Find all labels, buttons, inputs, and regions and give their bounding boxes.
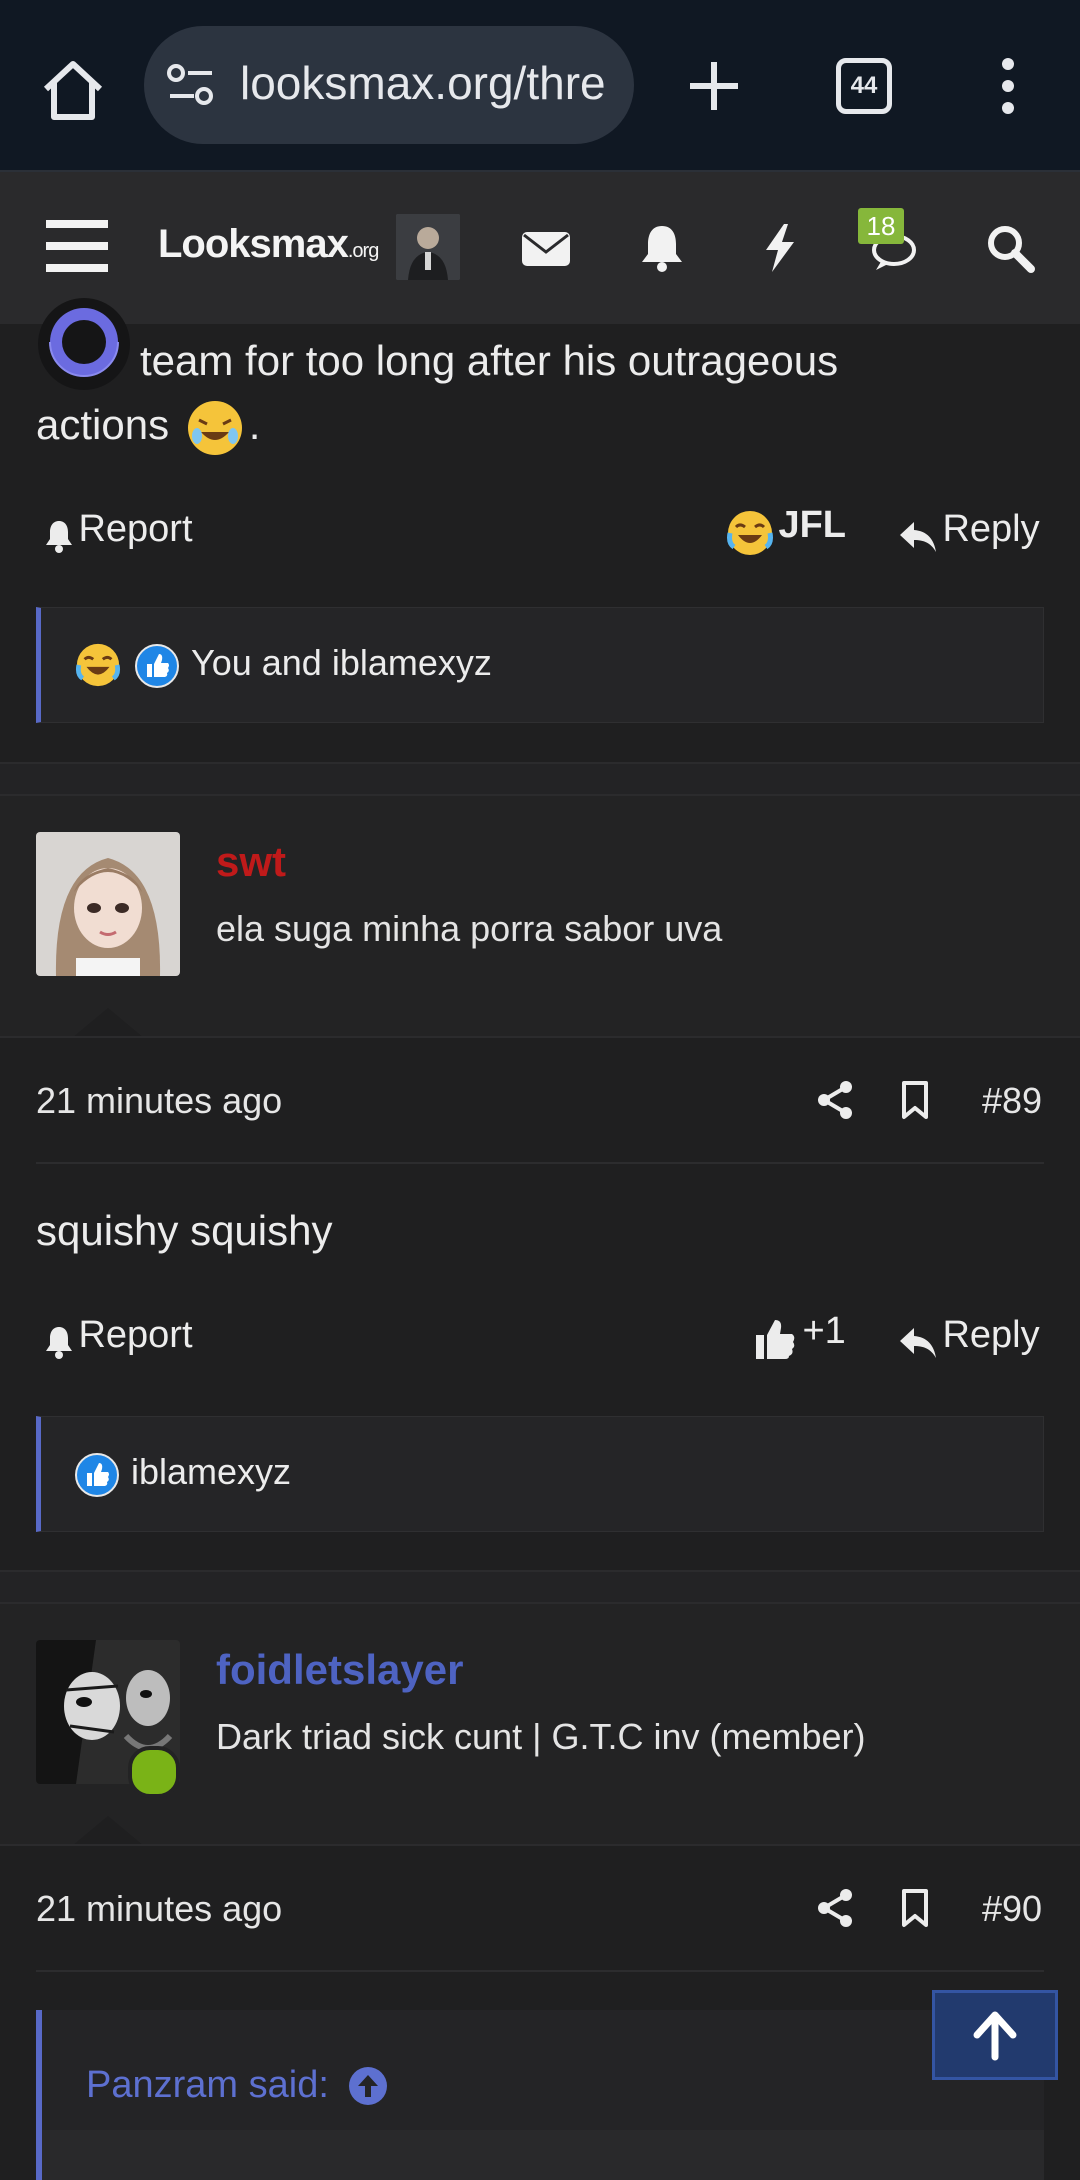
menu-icon[interactable] [46,218,108,274]
site-logo[interactable]: Looksmax.org [158,222,379,267]
quote-author[interactable]: Panzram said: [86,2064,329,2107]
thumbs-up-icon [756,1319,795,1359]
reactions-bar[interactable]: iblamexyz [36,1416,1044,1532]
like-icon [75,1453,119,1497]
bell-icon [46,1326,72,1359]
post-text: actions [36,401,170,448]
bookmark-icon[interactable] [900,1080,930,1120]
user-title: Dark triad sick cunt | G.T.C inv (member… [216,1716,866,1757]
header-notch [72,1816,144,1846]
url-text: looksmax.org/thre [240,57,606,109]
divider [0,1036,1080,1038]
site-settings-icon[interactable] [166,62,216,108]
user-avatar[interactable] [36,832,180,976]
post-number[interactable]: #90 [982,1888,1042,1930]
post-text-line: actions . [36,392,260,458]
jump-to-quote-icon[interactable] [348,2066,388,2106]
divider [36,1162,1044,1164]
username[interactable]: foidletslayer [216,1646,463,1694]
report-label: Report [78,508,193,550]
reaction-button[interactable]: JFL [726,504,846,557]
search-icon[interactable] [984,222,1036,274]
site-navbar: Looksmax.org 18 [0,172,1080,324]
like-label: +1 [802,1310,846,1352]
loading-spinner-icon [38,298,130,390]
reply-label: Reply [942,508,1040,550]
browser-toolbar: looksmax.org/thre 44 [0,0,1080,172]
bookmark-icon[interactable] [900,1888,930,1928]
reactions-summary[interactable]: You and iblamexyz [191,642,492,684]
crying-laughing-emoji [727,510,773,555]
tab-switcher-button[interactable]: 44 [836,58,892,114]
share-icon[interactable] [816,1888,854,1928]
post-body: squishy squishy [36,1207,333,1254]
reply-label: Reply [942,1314,1040,1356]
grinning-sweat-emoji [185,398,245,458]
user-title: ela suga minha porra sabor uva [216,908,723,949]
logo-text: Looksmax [158,222,349,266]
bell-icon [46,520,72,553]
logo-suffix: .org [347,240,379,262]
reply-button[interactable]: Reply [898,1314,1040,1360]
reactions-bar[interactable]: You and iblamexyz [36,607,1044,723]
reply-icon [900,521,936,552]
reply-icon [900,1327,936,1358]
whats-new-icon[interactable] [754,222,806,274]
post-time[interactable]: 21 minutes ago [36,1080,282,1122]
report-button[interactable]: Report [44,1314,193,1361]
post-separator [0,1570,1080,1604]
username[interactable]: swt [216,838,286,886]
reactions-summary[interactable]: iblamexyz [131,1451,291,1493]
new-tab-icon[interactable] [684,56,744,116]
like-icon [135,644,179,688]
quote-block: Panzram said: [36,2010,1044,2180]
address-bar[interactable]: looksmax.org/thre [144,26,634,144]
reaction-label: JFL [778,504,847,546]
more-options-icon[interactable] [990,56,1026,116]
arrow-up-icon [973,2011,1017,2061]
bell-icon[interactable] [636,222,688,274]
home-icon[interactable] [38,55,108,125]
conversations-badge: 18 [858,208,904,244]
share-icon[interactable] [816,1080,854,1120]
post-user-header: foidletslayer Dark triad sick cunt | G.T… [0,1604,1080,1844]
report-label: Report [78,1314,193,1356]
post-time[interactable]: 21 minutes ago [36,1888,282,1930]
post-user-header: swt ela suga minha porra sabor uva [0,796,1080,1036]
reply-button[interactable]: Reply [898,508,1040,554]
post-separator [0,762,1080,796]
post-text-line: team for too long after his outrageous [140,337,839,384]
user-avatar[interactable] [36,1640,180,1798]
header-notch [72,1008,144,1038]
divider [0,1844,1080,1846]
account-avatar[interactable] [396,214,460,280]
post-text: . [248,401,261,448]
report-button[interactable]: Report [44,508,193,555]
crying-laughing-emoji [75,643,121,687]
divider [36,1970,1044,1972]
post-number[interactable]: #89 [982,1080,1042,1122]
quote-content [42,2130,1044,2180]
inbox-icon[interactable] [520,222,572,274]
online-status-dot [128,1746,180,1798]
scroll-to-top-button[interactable] [932,1990,1058,2080]
like-button[interactable]: +1 [754,1310,846,1361]
